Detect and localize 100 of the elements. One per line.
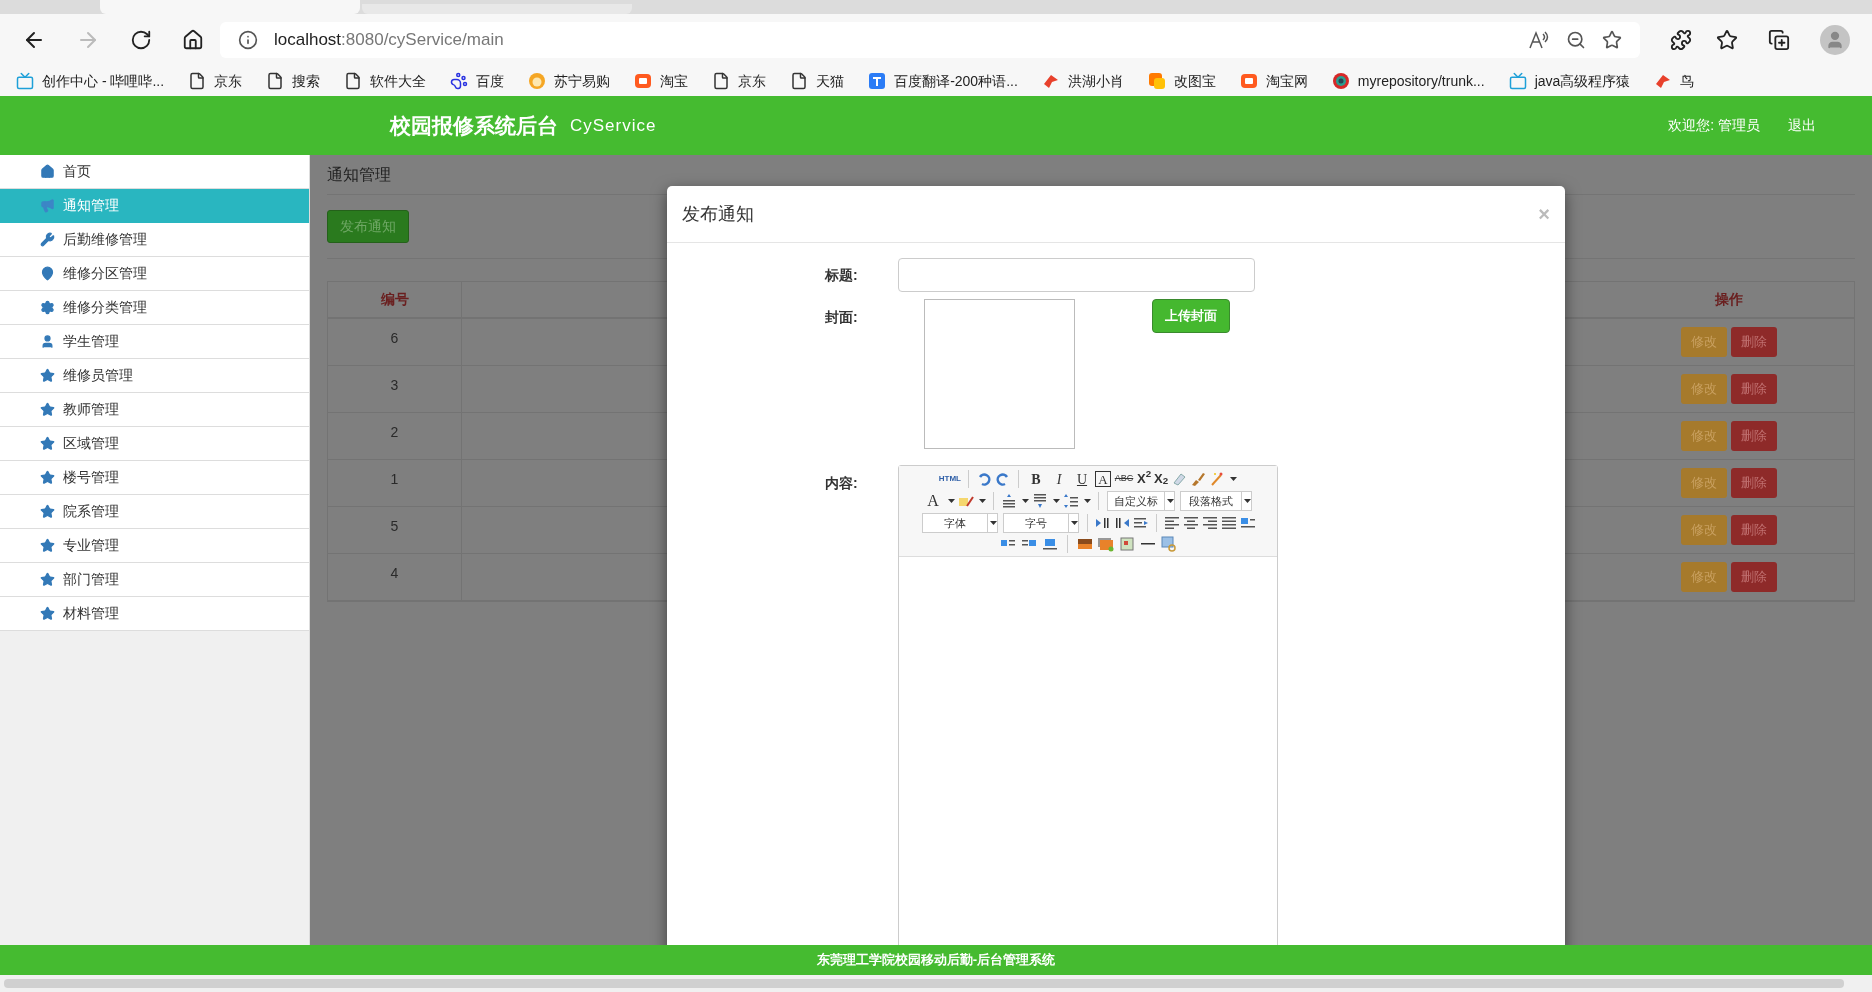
html-button[interactable]: HTML (938, 469, 961, 489)
caret-icon (979, 499, 986, 503)
bookmark-link[interactable]: 淘宝网 (1265, 70, 1308, 92)
sidebar-item[interactable]: 学生管理 (0, 325, 309, 359)
collections-icon[interactable] (1768, 29, 1790, 51)
bookmark-link[interactable]: 淘宝 (660, 70, 689, 92)
column-header: 编号 (328, 282, 462, 317)
sidebar-item[interactable]: 维修分类管理 (0, 291, 309, 325)
menu-icon (40, 232, 55, 247)
text-direction-icon[interactable] (1113, 515, 1130, 531)
bookmark-link[interactable]: java高级程序猿 (1534, 70, 1631, 92)
sidebar-item[interactable]: 维修分区管理 (0, 257, 309, 291)
bookmark-link[interactable]: 百度 (476, 70, 505, 92)
field-label: 内容: (825, 474, 859, 493)
bookmark-link[interactable]: 天猫 (816, 70, 845, 92)
bookmark-link[interactable]: 洪湖小肖 (1067, 70, 1124, 92)
caret-icon (1053, 499, 1060, 503)
spacing-top-icon[interactable] (1001, 493, 1017, 509)
spacing-bottom-icon[interactable] (1032, 493, 1048, 509)
sidebar-item[interactable]: 区域管理 (0, 427, 309, 461)
sidebar-item[interactable]: 首页 (0, 155, 309, 189)
bookmark-link[interactable]: 京东 (214, 70, 243, 92)
table-cell: 1 (328, 460, 462, 506)
bookmark-link[interactable]: 百度翻译-200种语... (894, 70, 1018, 92)
border-button[interactable]: A (1095, 471, 1111, 487)
bold-button[interactable]: B (1026, 469, 1046, 489)
redo-icon[interactable] (995, 471, 1011, 487)
sidebar-item[interactable]: 专业管理 (0, 529, 309, 563)
size-select[interactable]: 字号 (1002, 513, 1079, 533)
translate-icon (868, 72, 887, 90)
italic-button[interactable]: I (1049, 469, 1069, 489)
table-cell: 6 (328, 319, 462, 365)
font-color-button[interactable]: A (923, 491, 943, 511)
align-right-icon[interactable] (1201, 515, 1218, 531)
caret-icon (1244, 499, 1251, 503)
menu-icon (40, 198, 55, 213)
address-bar[interactable]: localhost:8080/cyService/main (220, 22, 1640, 58)
sidebar-item[interactable]: 教师管理 (0, 393, 309, 427)
menu-icon (40, 164, 55, 179)
bookmark-link[interactable]: 苏宁易购 (554, 70, 611, 92)
menu-icon (40, 606, 55, 621)
indent-icon[interactable] (1132, 515, 1149, 531)
profile-avatar[interactable] (1820, 25, 1850, 55)
subscript-button[interactable]: X$_{2}$ (1154, 469, 1169, 489)
favorites-icon[interactable] (1716, 29, 1738, 51)
sidebar-item[interactable]: 楼号管理 (0, 461, 309, 495)
table-cell: 5 (328, 507, 462, 553)
extensions-icon[interactable] (1670, 29, 1692, 51)
tv-icon (16, 72, 34, 90)
map-icon[interactable] (1118, 536, 1135, 552)
superscript-button[interactable]: X$^{2}$ (1137, 469, 1152, 489)
read-aloud-icon[interactable] (1528, 30, 1550, 50)
menu-icon (40, 538, 55, 553)
menu-icon (40, 436, 55, 451)
image-center-icon[interactable] (1041, 536, 1058, 552)
url-text: localhost:8080/cyService/main (274, 29, 505, 52)
underline-button[interactable]: U (1072, 469, 1092, 489)
menu-icon (40, 402, 55, 417)
sidebar-item[interactable]: 材料管理 (0, 597, 309, 631)
footer-text: 东莞理工学院校园移动后勤-后台管理系统 (816, 951, 1056, 970)
text-direction-icon[interactable] (1094, 515, 1111, 531)
sidebar-item[interactable]: 维修员管理 (0, 359, 309, 393)
bookmark-link[interactable]: myrepository/trunk... (1357, 70, 1485, 92)
title-input[interactable] (898, 258, 1255, 292)
tv-icon (1508, 72, 1527, 90)
heading-select[interactable]: 自定义标 (1107, 491, 1175, 511)
image-float-icon[interactable] (1239, 515, 1256, 531)
bookmark-link[interactable]: 软件大全 (370, 70, 427, 92)
rich-text-editor[interactable]: HTML B I U A ABC X$^{2}$ X$_{2}$ A 自定义标 段落格式 字体 字号 (898, 465, 1278, 945)
sidebar-item[interactable]: 院系管理 (0, 495, 309, 529)
brush-icon[interactable] (1190, 471, 1207, 487)
images-icon[interactable] (1097, 536, 1114, 552)
bookmark-link[interactable]: 搜索 (292, 70, 321, 92)
favorite-icon[interactable] (1602, 30, 1622, 50)
bookmark-link[interactable]: 改图宝 (1173, 70, 1216, 92)
field-label: 标题: (825, 265, 859, 285)
file-icon (712, 72, 731, 90)
line-height-icon[interactable] (1063, 493, 1079, 509)
sidebar-item[interactable]: 部门管理 (0, 563, 309, 597)
menu-icon (40, 504, 55, 519)
image-icon[interactable] (1076, 536, 1093, 552)
paw-icon (450, 72, 469, 90)
bookmark-link[interactable]: 京东 (738, 70, 767, 92)
horizontal-scrollbar[interactable] (0, 975, 1872, 992)
bookmark-link[interactable]: 鸟 (1680, 70, 1695, 92)
paragraph-select[interactable]: 段落格式 (1180, 491, 1252, 511)
align-justify-icon[interactable] (1220, 515, 1237, 531)
sidebar-item[interactable]: 后勤维修管理 (0, 223, 309, 257)
info-icon[interactable] (238, 30, 258, 50)
align-left-icon[interactable] (1163, 515, 1180, 531)
home-icon[interactable] (182, 29, 204, 51)
font-select[interactable]: 字体 (921, 513, 998, 533)
table-cell: 3 (328, 366, 462, 412)
zoom-out-icon[interactable] (1566, 30, 1586, 50)
caret-icon (1084, 499, 1091, 503)
align-center-icon[interactable] (1182, 515, 1199, 531)
undo-icon[interactable] (976, 471, 992, 487)
strikethrough-button[interactable]: ABC (1114, 469, 1134, 489)
bookmark-link[interactable]: 创作中心 - 哔哩哔... (42, 70, 165, 92)
reload-icon[interactable] (130, 29, 152, 51)
